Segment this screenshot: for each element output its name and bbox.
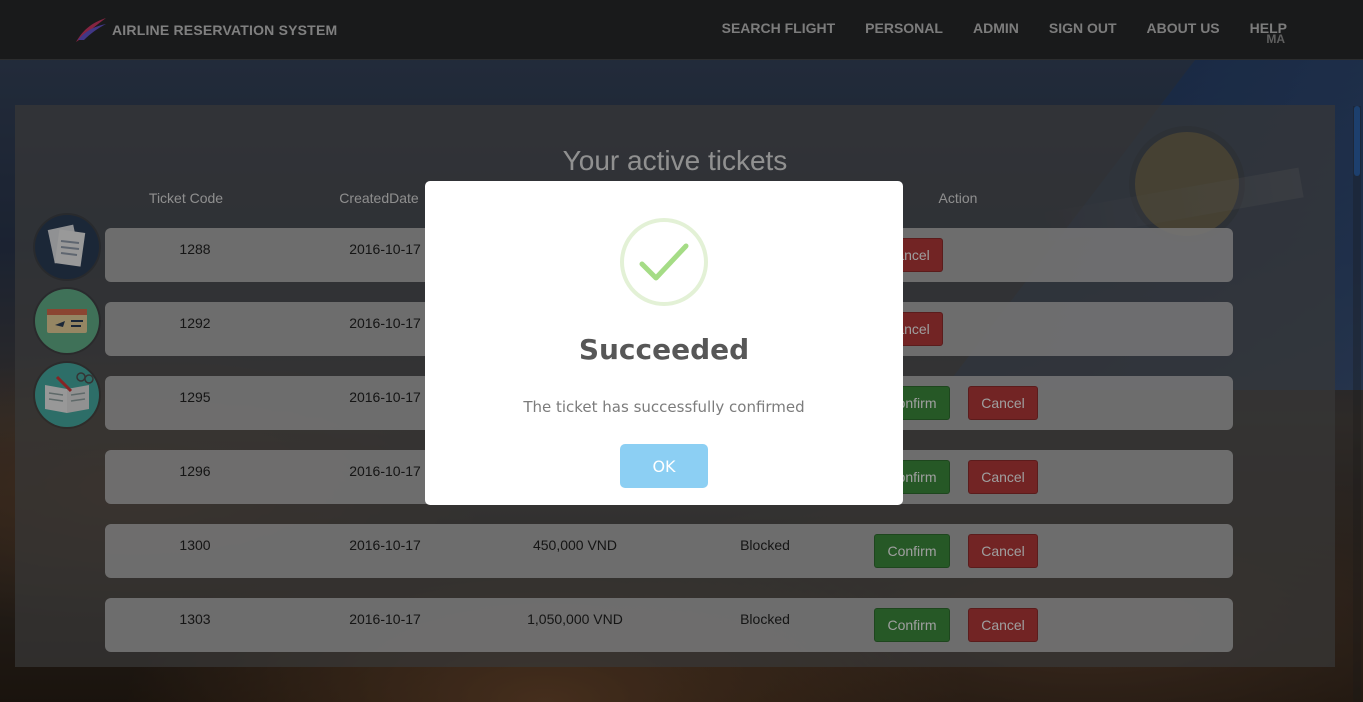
dialog-title: Succeeded [578,333,750,366]
checkmark-icon [639,243,689,281]
ok-button[interactable]: OK [620,444,708,488]
dialog-message: The ticket has successfully confirmed [523,398,805,416]
success-dialog: Succeeded The ticket has successfully co… [425,181,903,505]
success-check-icon [620,218,708,306]
